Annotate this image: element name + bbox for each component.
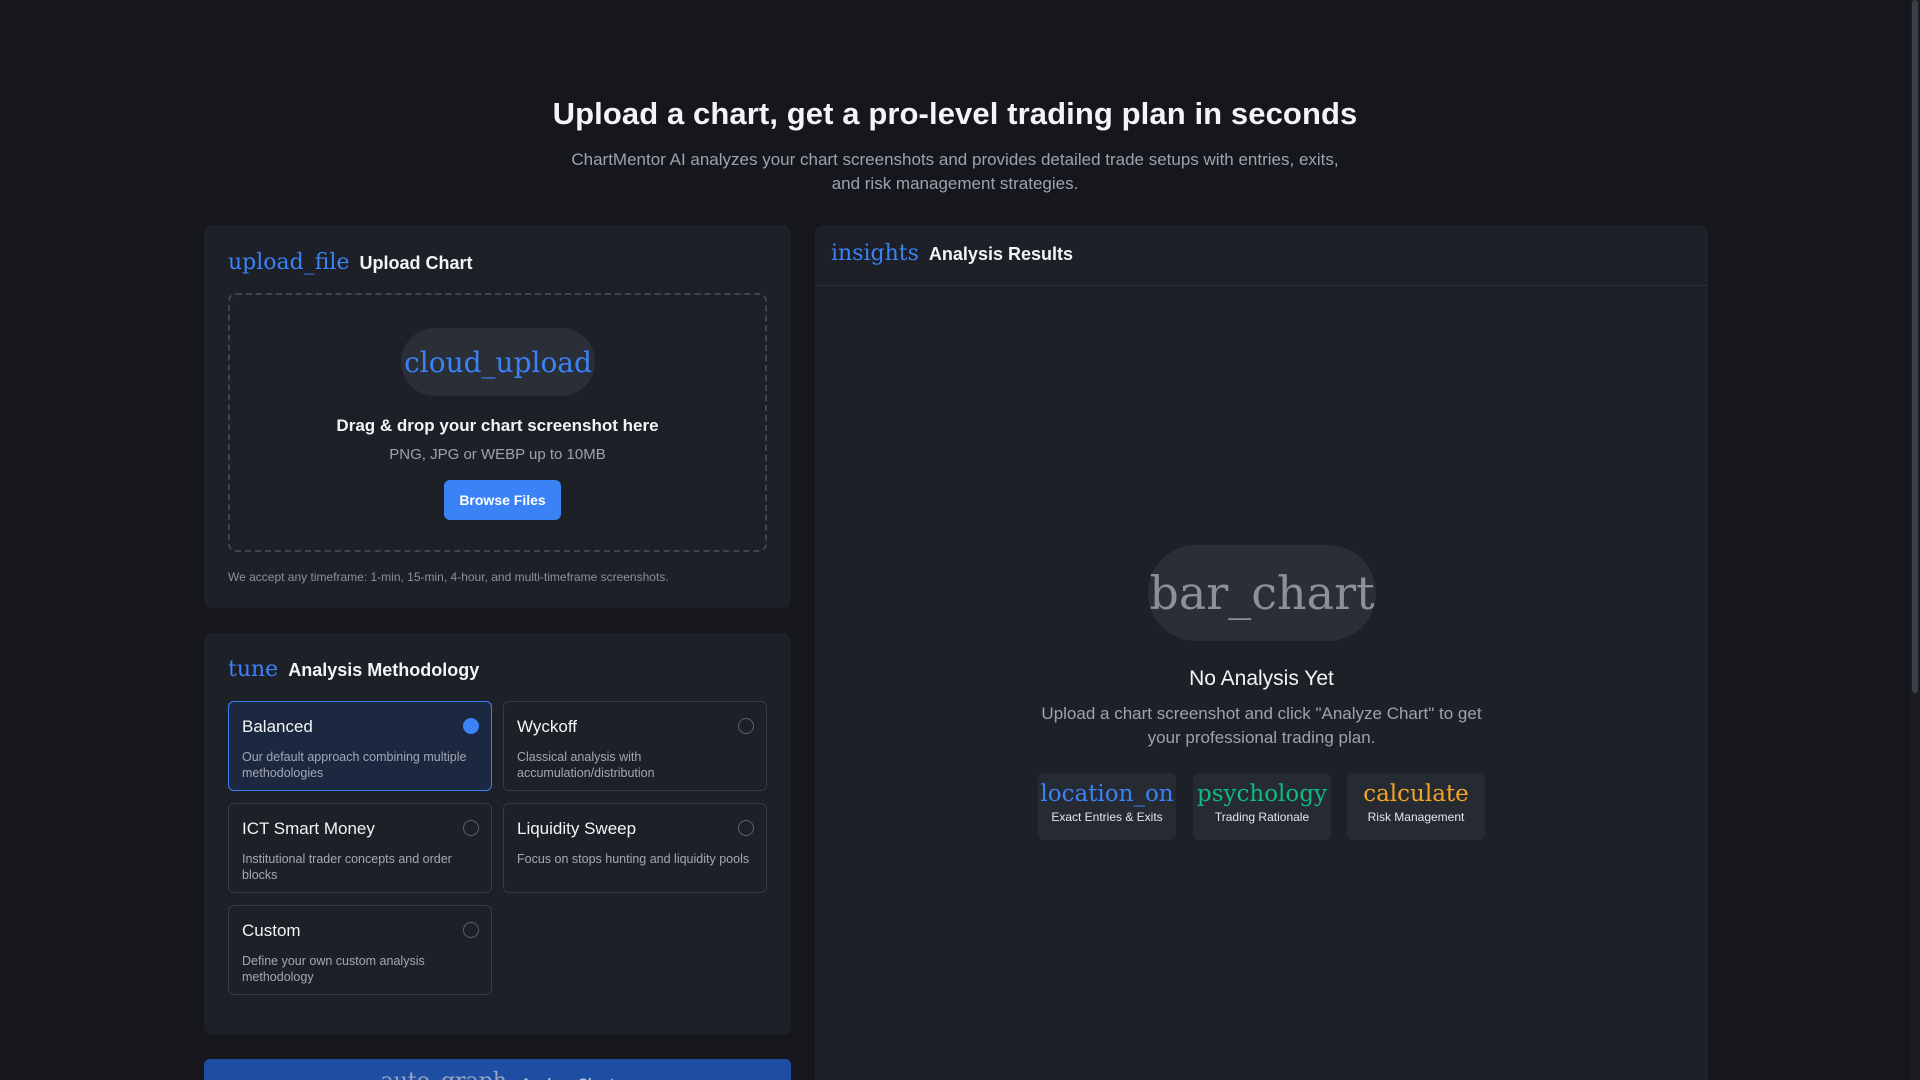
empty-state-badge: bar_chart [1148, 545, 1376, 641]
method-option-name: Balanced [242, 717, 313, 736]
insights-icon: insights [831, 241, 919, 266]
page-subtitle: ChartMentor AI analyzes your chart scree… [571, 150, 1339, 193]
chart-dropzone[interactable]: cloud_upload Drag & drop your chart scre… [228, 293, 767, 552]
feature-card-risk-management: calculate Risk Management [1347, 773, 1485, 840]
methodology-panel-header: tune Analysis Methodology [228, 657, 479, 682]
method-option-desc: Classical analysis with accumulation/dis… [517, 750, 655, 780]
method-option-wyckoff[interactable]: Wyckoff Classical analysis with accumula… [503, 701, 767, 791]
calculate-icon: calculate [1363, 781, 1469, 807]
analyze-chart-label: Analyze Chart [521, 1069, 614, 1080]
empty-state-description: Upload a chart screenshot and click "Ana… [1041, 704, 1482, 747]
method-option-liquidity-sweep[interactable]: Liquidity Sweep Focus on stops hunting a… [503, 803, 767, 893]
method-option-desc: Institutional trader concepts and order … [242, 852, 452, 882]
analyze-chart-button[interactable]: auto_graph Analyze Chart [204, 1059, 791, 1080]
method-option-name: Wyckoff [517, 717, 577, 736]
dropzone-title: Drag & drop your chart screenshot here [336, 416, 659, 435]
tune-icon: tune [228, 657, 279, 682]
auto-graph-icon: auto_graph [381, 1069, 507, 1080]
method-radio-wyckoff[interactable] [738, 718, 754, 734]
psychology-icon: psychology [1197, 781, 1327, 807]
method-option-desc: Define your own custom analysis methodol… [242, 954, 425, 984]
feature-card-entries-exits: location_on Exact Entries & Exits [1038, 773, 1176, 840]
results-panel-title-row: insights Analysis Results [831, 241, 1073, 266]
upload-file-icon: upload_file [228, 250, 350, 275]
page: Upload a chart, get a pro-level trading … [0, 0, 1920, 1080]
timeframe-note: We accept any timeframe: 1-min, 15-min, … [228, 570, 669, 584]
method-radio-ict-smart-money[interactable] [463, 820, 479, 836]
method-option-ict-smart-money[interactable]: ICT Smart Money Institutional trader con… [228, 803, 492, 893]
method-option-desc: Focus on stops hunting and liquidity poo… [517, 852, 750, 866]
feature-label: Risk Management [1367, 810, 1465, 824]
cloud-upload-icon: cloud_upload [404, 345, 592, 379]
cloud-upload-badge: cloud_upload [401, 328, 595, 396]
upload-panel-title: Upload Chart [359, 253, 473, 273]
method-radio-liquidity-sweep[interactable] [738, 820, 754, 836]
method-option-balanced[interactable]: Balanced Our default approach combining … [228, 701, 492, 791]
page-scrollbar-thumb[interactable] [1912, 0, 1918, 693]
method-option-name: Liquidity Sweep [517, 819, 637, 838]
analysis-methodology-panel: tune Analysis Methodology Balanced Our d… [204, 633, 791, 1035]
methodology-panel-title: Analysis Methodology [288, 660, 480, 680]
method-radio-balanced[interactable] [463, 718, 479, 734]
browse-files-button[interactable]: Browse Files [444, 480, 561, 520]
hero: Upload a chart, get a pro-level trading … [0, 96, 1910, 196]
upload-chart-panel: upload_file Upload Chart cloud_upload Dr… [204, 225, 791, 608]
analysis-results-panel: insights Analysis Results bar_chart No A… [815, 225, 1708, 1080]
feature-card-trading-rationale: psychology Trading Rationale [1193, 773, 1331, 840]
page-title: Upload a chart, get a pro-level trading … [552, 96, 1358, 131]
feature-label: Exact Entries & Exits [1051, 810, 1163, 824]
empty-state-title: No Analysis Yet [1189, 667, 1334, 690]
results-panel-header: insights Analysis Results [815, 225, 1708, 286]
upload-panel-header: upload_file Upload Chart [228, 250, 472, 275]
results-panel-title: Analysis Results [928, 244, 1073, 264]
method-option-custom[interactable]: Custom Define your own custom analysis m… [228, 905, 492, 995]
feature-label: Trading Rationale [1214, 810, 1310, 824]
location-on-icon: location_on [1040, 781, 1174, 807]
dropzone-file-types: PNG, JPG or WEBP up to 10MB [389, 446, 606, 463]
method-option-desc: Our default approach combining multiple … [242, 750, 467, 780]
bar-chart-icon: bar_chart [1149, 566, 1375, 620]
method-option-name: Custom [242, 921, 301, 940]
method-radio-custom[interactable] [463, 922, 479, 938]
method-option-name: ICT Smart Money [242, 819, 375, 838]
